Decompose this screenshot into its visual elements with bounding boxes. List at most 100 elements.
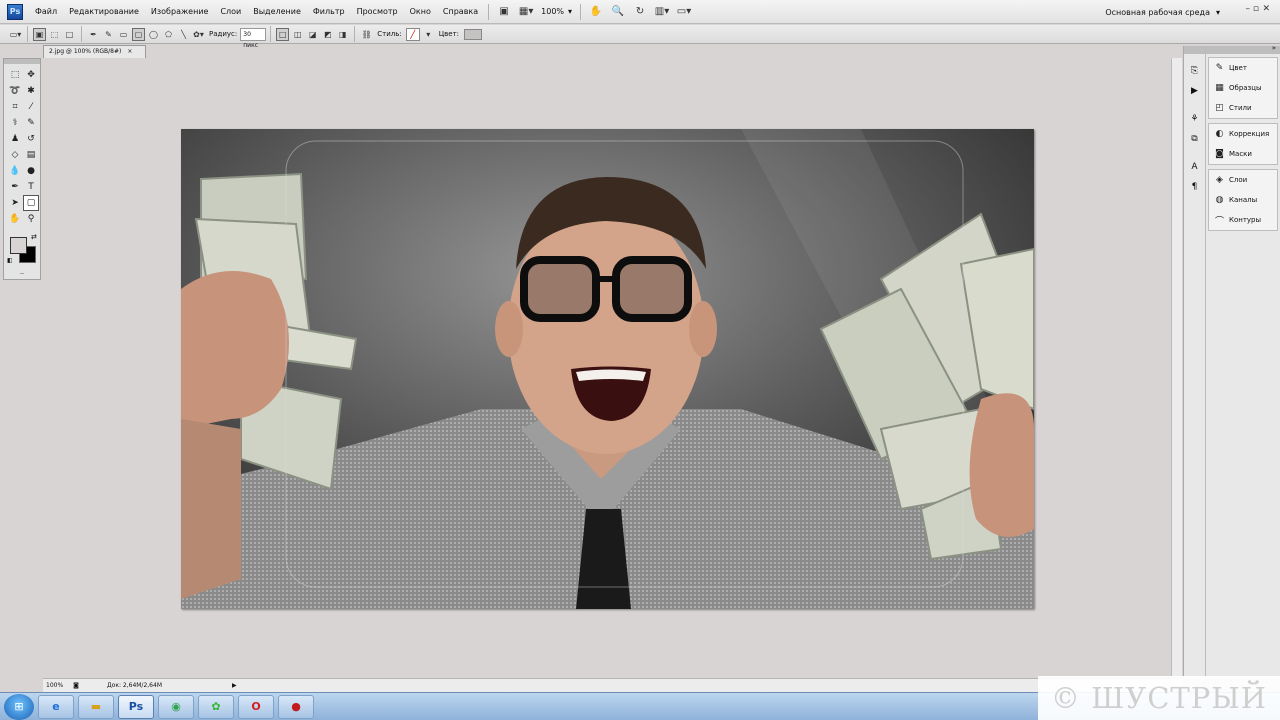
paths-icon[interactable]: ⬚ (48, 28, 61, 41)
status-menu-arrow-icon[interactable]: ▶ (232, 682, 237, 689)
healing-brush-icon[interactable]: ⚕ (7, 115, 23, 131)
menu-edit[interactable]: Редактирование (63, 0, 145, 24)
menu-layers[interactable]: Слои (214, 0, 247, 24)
hand-tool-icon[interactable]: ✋ (7, 211, 23, 227)
panel-grip[interactable]: » (1206, 44, 1280, 54)
eyedropper-icon[interactable]: ⁄ (23, 99, 39, 115)
lasso-tool-icon[interactable]: ➰ (7, 83, 23, 99)
arrange-documents-icon[interactable]: ▥▾ (653, 4, 671, 20)
chrome-icon[interactable]: ◉ (158, 694, 194, 719)
subtract-shape-icon[interactable]: ◪ (306, 28, 319, 41)
move-tool-icon[interactable]: ✥ (23, 67, 39, 83)
new-shape-layer-icon[interactable]: □ (276, 27, 290, 41)
add-to-shape-icon[interactable]: ◫ (291, 28, 304, 41)
swap-colors-icon[interactable]: ⇄ (31, 233, 37, 241)
panel-tab-adjustments[interactable]: ◐ Коррекция (1209, 124, 1277, 144)
rotate-view-icon[interactable]: ↻ (631, 4, 649, 20)
collapse-panels-icon[interactable]: » (1272, 44, 1276, 52)
tool-preset-icon[interactable]: ▭▾ (9, 28, 22, 41)
style-picker[interactable]: ╱ (405, 27, 420, 41)
minimize-icon[interactable]: – (1246, 4, 1251, 14)
status-info-icon[interactable]: ◙ (73, 682, 79, 689)
zoom-select[interactable]: 100% ▾ (537, 7, 576, 16)
default-colors-icon[interactable]: ◧ (7, 257, 13, 264)
status-zoom[interactable]: 100% (46, 682, 63, 689)
eraser-icon[interactable]: ◇ (7, 147, 23, 163)
link-icon[interactable]: ⛓ (360, 28, 373, 41)
rounded-rectangle-tool-icon[interactable]: ▢ (23, 195, 39, 211)
icq-icon[interactable]: ✿ (198, 694, 234, 719)
panel-tab-paths[interactable]: ⌒ Контуры (1209, 210, 1277, 230)
history-brush-icon[interactable]: ↺ (23, 131, 39, 147)
panel-tab-channels[interactable]: ◍ Каналы (1209, 190, 1277, 210)
pen-icon[interactable]: ✒ (87, 28, 100, 41)
pen-tool-icon[interactable]: ✒ (7, 179, 23, 195)
fill-pixels-icon[interactable]: □ (63, 28, 76, 41)
exclude-shape-icon[interactable]: ◨ (336, 28, 349, 41)
restore-icon[interactable]: ▫ (1253, 4, 1259, 14)
close-icon[interactable]: × (127, 46, 132, 58)
close-icon[interactable]: ✕ (1262, 4, 1270, 14)
screen-mode-icon[interactable]: ▭▾ (675, 4, 693, 20)
windows-start-icon[interactable]: ⊞ (4, 693, 34, 720)
blur-tool-icon[interactable]: 💧 (7, 163, 23, 179)
panel-tab-color[interactable]: ✎ Цвет (1209, 58, 1277, 78)
clone-source-icon[interactable]: ⧉ (1186, 130, 1204, 148)
shape-layers-icon[interactable]: ▣ (33, 27, 46, 41)
custom-shape-icon[interactable]: ✿▾ (192, 28, 205, 41)
gradient-icon[interactable]: ▤ (23, 147, 39, 163)
menu-view[interactable]: Просмотр (351, 0, 404, 24)
panel-tab-styles[interactable]: ◰ Стили (1209, 98, 1277, 118)
history-icon[interactable]: ⎘ (1186, 62, 1204, 80)
marquee-tool-icon[interactable]: ⬚ (7, 67, 23, 83)
magic-wand-icon[interactable]: ✱ (23, 83, 39, 99)
clone-stamp-icon[interactable]: ♟ (7, 131, 23, 147)
brush-tool-icon[interactable]: ✎ (23, 115, 39, 131)
character-icon[interactable]: A (1186, 158, 1204, 176)
crop-tool-icon[interactable]: ⌗ (7, 99, 23, 115)
radius-input[interactable]: 30 пикс (240, 27, 267, 49)
document-tab[interactable]: 2.jpg @ 100% (RGB/8#) × (43, 45, 146, 58)
panel-tab-masks[interactable]: ◙ Маски (1209, 144, 1277, 164)
chevron-down-icon[interactable]: ▾ (422, 28, 435, 41)
freeform-pen-icon[interactable]: ✎ (102, 28, 115, 41)
line-icon[interactable]: ╲ (177, 28, 190, 41)
ellipse-icon[interactable]: ◯ (147, 28, 160, 41)
zoom-tool-icon[interactable]: 🔍 (609, 4, 627, 20)
actions-icon[interactable]: ▶ (1186, 82, 1204, 100)
panel-tab-layers[interactable]: ◈ Слои (1209, 170, 1277, 190)
foreground-color[interactable] (10, 237, 27, 254)
file-explorer-icon[interactable]: ▬ (78, 694, 114, 719)
workspace-switcher[interactable]: Основная рабочая среда ▾ (1105, 0, 1220, 24)
menu-window[interactable]: Окно (404, 0, 437, 24)
document-image[interactable] (181, 129, 1034, 609)
view-extras-icon[interactable]: ▦▾ (517, 4, 535, 20)
paragraph-icon[interactable]: ¶ (1186, 178, 1204, 196)
color-swatch[interactable] (464, 28, 483, 40)
zoom-tool-icon[interactable]: ⚲ (23, 211, 39, 227)
panel-tab-swatches[interactable]: ▦ Образцы (1209, 78, 1277, 98)
photoshop-taskbar-icon[interactable]: Ps (118, 694, 154, 719)
type-tool-icon[interactable]: T (23, 179, 39, 195)
intersect-shape-icon[interactable]: ◩ (321, 28, 334, 41)
vertical-scrollbar[interactable] (1171, 58, 1182, 678)
polygon-icon[interactable]: ⬠ (162, 28, 175, 41)
opera-icon[interactable]: O (238, 694, 274, 719)
dodge-tool-icon[interactable]: ● (23, 163, 39, 179)
menu-image[interactable]: Изображение (145, 0, 215, 24)
menu-help[interactable]: Справка (437, 0, 484, 24)
menu-file[interactable]: Файл (29, 0, 63, 24)
menu-select[interactable]: Выделение (247, 0, 307, 24)
bridge-icon[interactable]: ▣ (495, 4, 513, 20)
panel-grip[interactable] (1184, 46, 1205, 54)
hand-tool-icon[interactable]: ✋ (587, 4, 605, 20)
internet-explorer-icon[interactable]: e (38, 694, 74, 719)
video-recorder-icon[interactable]: ● (278, 694, 314, 719)
path-selection-icon[interactable]: ➤ (7, 195, 23, 211)
rectangle-icon[interactable]: ▭ (117, 28, 130, 41)
quick-mask-icon[interactable]: ⎯ (4, 269, 40, 279)
brushes-icon[interactable]: ⚘ (1186, 110, 1204, 128)
radius-label: Радиус: (209, 30, 238, 38)
menu-filter[interactable]: Фильтр (307, 0, 351, 24)
rounded-rectangle-icon[interactable]: ▢ (132, 27, 145, 41)
